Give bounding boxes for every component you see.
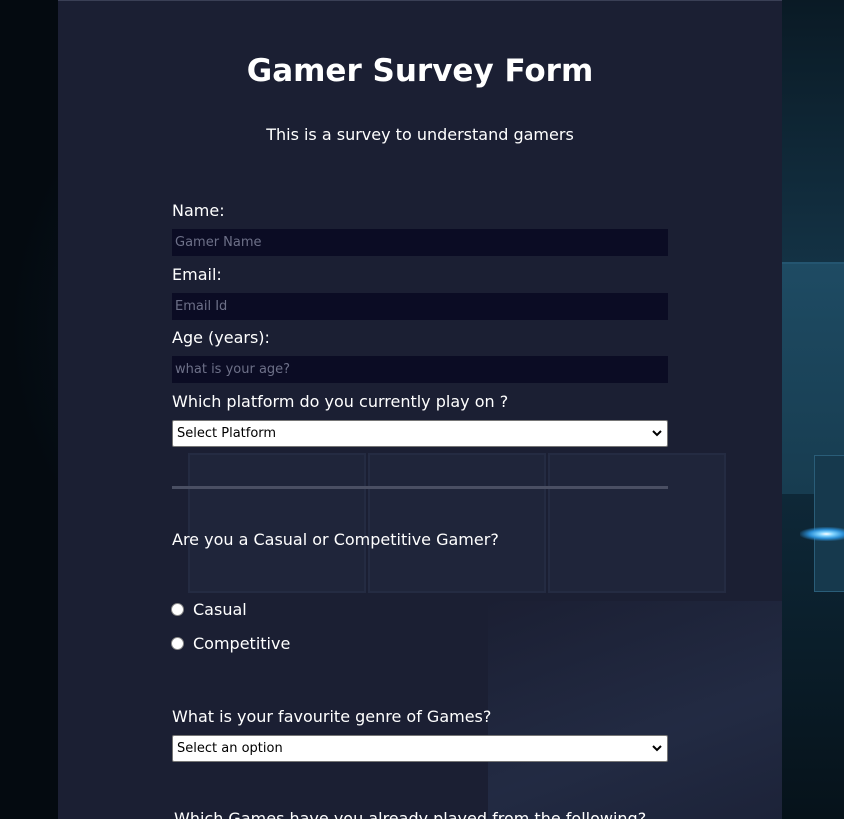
gamer-type-label: Are you a Casual or Competitive Gamer? xyxy=(172,530,499,549)
name-label: Name: xyxy=(172,201,225,220)
age-input[interactable] xyxy=(172,356,668,383)
radio-option-competitive[interactable]: Competitive xyxy=(170,633,290,653)
survey-form-panel: Gamer Survey Form This is a survey to un… xyxy=(58,0,782,819)
genre-label: What is your favourite genre of Games? xyxy=(172,707,492,726)
games-played-label: Which Games have you already played from… xyxy=(174,809,647,819)
background-art-glow xyxy=(800,527,844,541)
genre-select[interactable]: Select an option xyxy=(172,735,668,762)
platform-select-value: Select Platform xyxy=(177,426,277,441)
radio-option-casual[interactable]: Casual xyxy=(170,599,247,619)
competitive-radio[interactable] xyxy=(171,636,184,650)
casual-radio[interactable] xyxy=(171,602,184,616)
email-label: Email: xyxy=(172,265,222,284)
chevron-down-icon xyxy=(652,430,662,437)
page-description: This is a survey to understand gamers xyxy=(266,125,574,144)
competitive-radio-label: Competitive xyxy=(193,633,291,653)
section-divider xyxy=(172,486,668,489)
background-shadow xyxy=(488,601,782,819)
name-input[interactable] xyxy=(172,229,668,256)
casual-radio-label: Casual xyxy=(193,599,247,619)
email-input[interactable] xyxy=(172,293,668,320)
platform-label: Which platform do you currently play on … xyxy=(172,392,509,411)
genre-select-value: Select an option xyxy=(177,741,283,756)
chevron-down-icon xyxy=(652,745,662,752)
page-title: Gamer Survey Form xyxy=(246,53,594,89)
background-art-cube xyxy=(814,455,844,592)
age-label: Age (years): xyxy=(172,328,270,347)
platform-select[interactable]: Select Platform xyxy=(172,420,668,447)
